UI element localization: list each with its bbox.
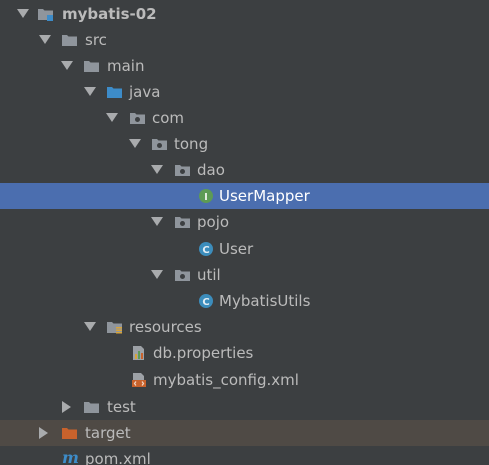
excluded-folder-icon	[61, 425, 78, 441]
collapse-arrow-icon[interactable]	[84, 322, 96, 331]
tree-node-user[interactable]: C User	[0, 236, 489, 262]
project-tree: mybatis-02 src main java com tong dao I …	[0, 0, 489, 465]
collapse-arrow-icon[interactable]	[84, 87, 96, 96]
tree-node-dao[interactable]: dao	[0, 157, 489, 183]
collapse-arrow-icon[interactable]	[17, 9, 29, 18]
module-folder-icon	[37, 6, 54, 22]
tree-node-label: User	[219, 240, 254, 258]
tree-node-main[interactable]: main	[0, 53, 489, 79]
source-root-folder-icon	[106, 84, 123, 100]
tree-node-target[interactable]: target	[0, 420, 489, 446]
package-icon	[129, 110, 146, 126]
package-icon	[174, 214, 191, 230]
folder-icon	[83, 399, 100, 415]
tree-node-label: resources	[129, 318, 202, 336]
package-icon	[151, 136, 168, 152]
tree-node-label: pojo	[197, 213, 230, 231]
tree-node-label: MybatisUtils	[219, 292, 311, 310]
tree-node-label: target	[85, 424, 131, 442]
class-icon: C	[198, 241, 215, 257]
properties-file-icon	[131, 345, 148, 361]
tree-node-label: mybatis_config.xml	[153, 371, 299, 389]
tree-node-label: db.properties	[153, 344, 254, 362]
collapse-arrow-icon[interactable]	[151, 217, 163, 226]
tree-node-util[interactable]: util	[0, 262, 489, 288]
svg-text:m: m	[62, 449, 79, 465]
xml-file-icon	[131, 372, 148, 388]
maven-pom-icon: m	[61, 449, 83, 465]
collapse-arrow-icon[interactable]	[151, 270, 163, 279]
folder-icon	[61, 32, 78, 48]
tree-node-src[interactable]: src	[0, 27, 489, 53]
tree-node-label: UserMapper	[219, 187, 310, 205]
tree-node-pojo[interactable]: pojo	[0, 209, 489, 235]
collapse-arrow-icon[interactable]	[129, 139, 141, 148]
tree-node-usermapper[interactable]: I UserMapper	[0, 183, 489, 209]
expand-arrow-icon[interactable]	[62, 401, 71, 413]
tree-node-mybatis-02[interactable]: mybatis-02	[0, 1, 489, 27]
tree-node-tong[interactable]: tong	[0, 131, 489, 157]
tree-node-pom[interactable]: m pom.xml	[0, 446, 489, 465]
tree-node-resources[interactable]: resources	[0, 314, 489, 340]
tree-node-label: util	[197, 266, 221, 284]
collapse-arrow-icon[interactable]	[39, 35, 51, 44]
tree-node-label: main	[107, 57, 145, 75]
tree-node-label: java	[129, 83, 161, 101]
tree-node-label: com	[152, 109, 185, 127]
collapse-arrow-icon[interactable]	[151, 165, 163, 174]
svg-text:C: C	[202, 297, 209, 308]
tree-node-db-properties[interactable]: db.properties	[0, 340, 489, 366]
collapse-arrow-icon[interactable]	[106, 113, 118, 122]
svg-text:I: I	[204, 192, 208, 203]
collapse-arrow-icon[interactable]	[61, 61, 73, 70]
tree-node-mybatis-config[interactable]: mybatis_config.xml	[0, 367, 489, 393]
svg-text:C: C	[202, 245, 209, 256]
tree-node-label: src	[85, 31, 107, 49]
resources-folder-icon	[106, 319, 123, 335]
tree-node-java[interactable]: java	[0, 79, 489, 105]
tree-node-label: tong	[174, 135, 209, 153]
package-icon	[174, 267, 191, 283]
tree-node-test[interactable]: test	[0, 394, 489, 420]
folder-icon	[83, 58, 100, 74]
class-icon: C	[198, 293, 215, 309]
tree-node-label: mybatis-02	[62, 5, 157, 23]
interface-icon: I	[198, 188, 215, 204]
package-icon	[174, 162, 191, 178]
tree-node-label: pom.xml	[85, 450, 151, 465]
expand-arrow-icon[interactable]	[39, 427, 48, 439]
tree-node-mybatisutils[interactable]: C MybatisUtils	[0, 288, 489, 314]
tree-node-com[interactable]: com	[0, 105, 489, 131]
tree-node-label: test	[107, 398, 136, 416]
tree-node-label: dao	[197, 161, 225, 179]
